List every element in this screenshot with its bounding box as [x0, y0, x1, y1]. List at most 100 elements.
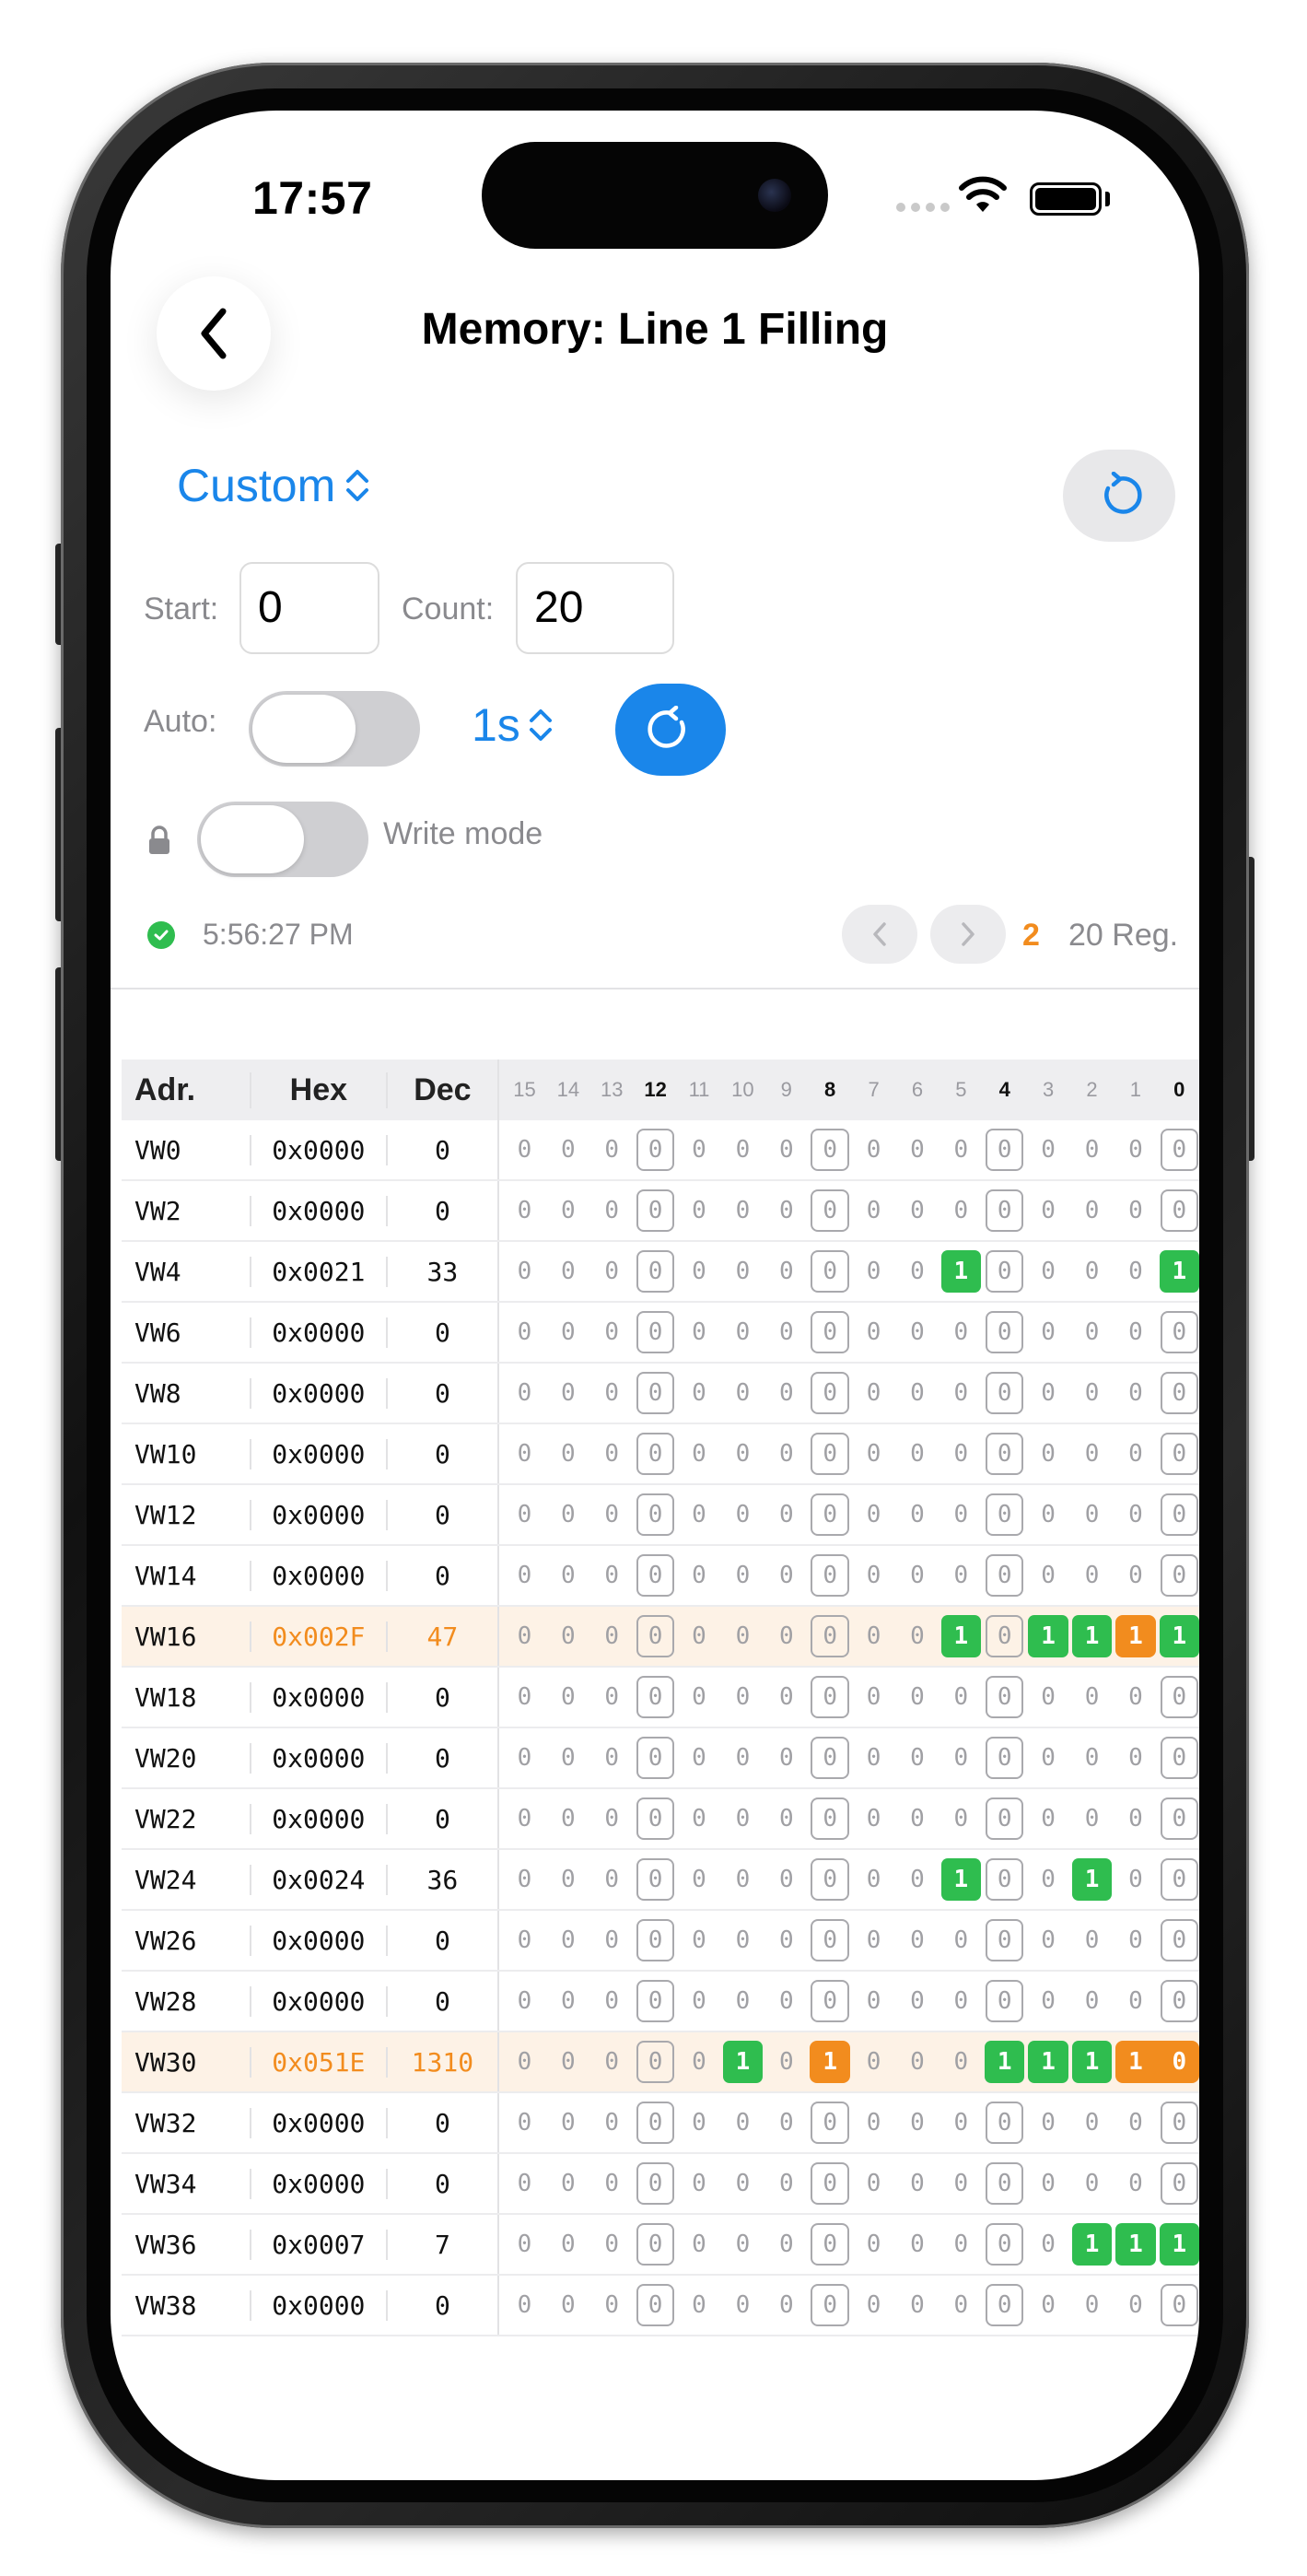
bit-cell[interactable]: 0 [808, 2154, 851, 2213]
bit-cell[interactable]: 0 [808, 1972, 851, 2031]
bit-cell[interactable]: 0 [677, 1303, 720, 1362]
bit-cell[interactable]: 0 [546, 1972, 589, 2031]
bit-cell[interactable]: 0 [1026, 1485, 1069, 1544]
bit-cell[interactable]: 0 [1026, 1728, 1069, 1787]
bit-cell[interactable]: 0 [808, 2276, 851, 2335]
bit-cell[interactable]: 0 [1114, 1242, 1157, 1301]
bit-cell[interactable]: 0 [546, 1728, 589, 1787]
bit-cell[interactable]: 0 [634, 1485, 677, 1544]
bit-cell[interactable]: 0 [852, 1972, 895, 2031]
bit-cell[interactable]: 0 [721, 1303, 764, 1362]
bit-cell[interactable]: 0 [546, 1607, 589, 1666]
bit-cell[interactable]: 0 [939, 2032, 983, 2091]
bit-cell[interactable]: 0 [764, 1850, 808, 1909]
bit-cell[interactable]: 0 [503, 1181, 546, 1240]
table-row[interactable]: VW24 0x0024 36 0 0 0 0 0 0 0 0 0 0 1 0 0 1 0 0 [122, 1850, 1199, 1911]
bit-cell[interactable]: 0 [677, 2093, 720, 2152]
mode-picker[interactable]: Custom [177, 459, 370, 512]
bit-cell[interactable]: 0 [808, 1424, 851, 1483]
bit-cell[interactable]: 0 [677, 1911, 720, 1970]
bit-cell[interactable]: 1 [1026, 2032, 1069, 2091]
bit-cell[interactable]: 0 [852, 1911, 895, 1970]
bit-cell[interactable]: 0 [503, 1120, 546, 1179]
bit-cell[interactable]: 0 [983, 1850, 1026, 1909]
bit-cell[interactable]: 0 [677, 1972, 720, 2031]
bit-cell[interactable]: 0 [808, 1546, 851, 1605]
auto-refresh-toggle[interactable] [249, 691, 420, 767]
bit-cell[interactable]: 0 [721, 1120, 764, 1179]
bit-cell[interactable]: 0 [1026, 1424, 1069, 1483]
bit-cell[interactable]: 0 [1070, 2276, 1114, 2335]
bit-cell[interactable]: 0 [721, 2276, 764, 2335]
bit-cell[interactable]: 0 [546, 1668, 589, 1727]
bit-cell[interactable]: 0 [895, 1911, 939, 1970]
refresh-button[interactable] [615, 684, 726, 776]
bit-cell[interactable]: 0 [983, 1485, 1026, 1544]
bit-cell[interactable]: 0 [634, 1242, 677, 1301]
bit-cell[interactable]: 0 [764, 1607, 808, 1666]
bit-cell[interactable]: 0 [1070, 2093, 1114, 2152]
bit-cell[interactable]: 0 [895, 1181, 939, 1240]
bit-cell[interactable]: 0 [939, 2093, 983, 2152]
bit-cell[interactable]: 0 [764, 1972, 808, 2031]
bit-cell[interactable]: 0 [1070, 1364, 1114, 1423]
bit-cell[interactable]: 0 [1026, 1181, 1069, 1240]
bit-cell[interactable]: 0 [895, 1789, 939, 1848]
bit-cell[interactable]: 0 [852, 1728, 895, 1787]
bit-cell[interactable]: 0 [546, 1303, 589, 1362]
bit-cell[interactable]: 0 [677, 1668, 720, 1727]
bit-cell[interactable]: 0 [764, 1911, 808, 1970]
bit-cell[interactable]: 0 [1070, 1728, 1114, 1787]
table-row[interactable]: VW0 0x0000 0 0 0 0 0 0 0 0 0 0 0 0 0 0 0 0 0 [122, 1120, 1199, 1181]
bit-cell[interactable]: 0 [546, 2276, 589, 2335]
bit-cell[interactable]: 0 [808, 1850, 851, 1909]
bit-cell[interactable]: 1 [1158, 1607, 1199, 1666]
bit-cell[interactable]: 0 [590, 1424, 634, 1483]
table-row[interactable]: VW6 0x0000 0 0 0 0 0 0 0 0 0 0 0 0 0 0 0 0 0 [122, 1303, 1199, 1364]
bit-cell[interactable]: 0 [852, 1485, 895, 1544]
bit-cell[interactable]: 0 [590, 1668, 634, 1727]
table-row[interactable]: VW32 0x0000 0 0 0 0 0 0 0 0 0 0 0 0 0 0 0 0 0 [122, 2093, 1199, 2154]
bit-cell[interactable]: 0 [634, 1303, 677, 1362]
bit-cell[interactable]: 0 [1114, 2093, 1157, 2152]
bit-cell[interactable]: 0 [852, 1120, 895, 1179]
bit-cell[interactable]: 0 [764, 1303, 808, 1362]
bit-cell[interactable]: 0 [546, 1485, 589, 1544]
bit-cell[interactable]: 0 [721, 1607, 764, 1666]
bit-cell[interactable]: 0 [677, 2154, 720, 2213]
table-row[interactable]: VW22 0x0000 0 0 0 0 0 0 0 0 0 0 0 0 0 0 0 0 0 [122, 1789, 1199, 1850]
start-field[interactable]: 0 [239, 562, 379, 654]
bit-cell[interactable]: 0 [1158, 1485, 1199, 1544]
bit-cell[interactable]: 0 [590, 2032, 634, 2091]
bit-cell[interactable]: 0 [677, 1424, 720, 1483]
bit-cell[interactable]: 0 [764, 2093, 808, 2152]
bit-cell[interactable]: 0 [983, 1546, 1026, 1605]
bit-cell[interactable]: 0 [808, 1485, 851, 1544]
bit-cell[interactable]: 0 [721, 1850, 764, 1909]
bit-cell[interactable]: 0 [764, 2154, 808, 2213]
bit-cell[interactable]: 1 [939, 1850, 983, 1909]
bit-cell[interactable]: 0 [503, 1972, 546, 2031]
bit-cell[interactable]: 1 [939, 1242, 983, 1301]
bit-cell[interactable]: 0 [634, 1424, 677, 1483]
bit-cell[interactable]: 0 [895, 1364, 939, 1423]
bit-cell[interactable]: 0 [546, 1181, 589, 1240]
bit-cell[interactable]: 0 [590, 1728, 634, 1787]
bit-cell[interactable]: 0 [1070, 1911, 1114, 1970]
bit-cell[interactable]: 0 [764, 1181, 808, 1240]
next-page-button[interactable] [930, 905, 1006, 964]
bit-cell[interactable]: 0 [546, 1546, 589, 1605]
table-row[interactable]: VW20 0x0000 0 0 0 0 0 0 0 0 0 0 0 0 0 0 0 0 0 [122, 1728, 1199, 1789]
bit-cell[interactable]: 0 [1026, 2093, 1069, 2152]
bit-cell[interactable]: 0 [503, 1424, 546, 1483]
bit-cell[interactable]: 0 [1026, 1303, 1069, 1362]
bit-cell[interactable]: 0 [983, 1911, 1026, 1970]
bit-cell[interactable]: 0 [939, 1120, 983, 1179]
bit-cell[interactable]: 0 [852, 1850, 895, 1909]
bit-cell[interactable]: 0 [983, 2093, 1026, 2152]
bit-cell[interactable]: 0 [590, 1789, 634, 1848]
bit-cell[interactable]: 0 [590, 1242, 634, 1301]
bit-cell[interactable]: 0 [590, 1850, 634, 1909]
bit-cell[interactable]: 0 [590, 1546, 634, 1605]
bit-cell[interactable]: 0 [503, 1242, 546, 1301]
